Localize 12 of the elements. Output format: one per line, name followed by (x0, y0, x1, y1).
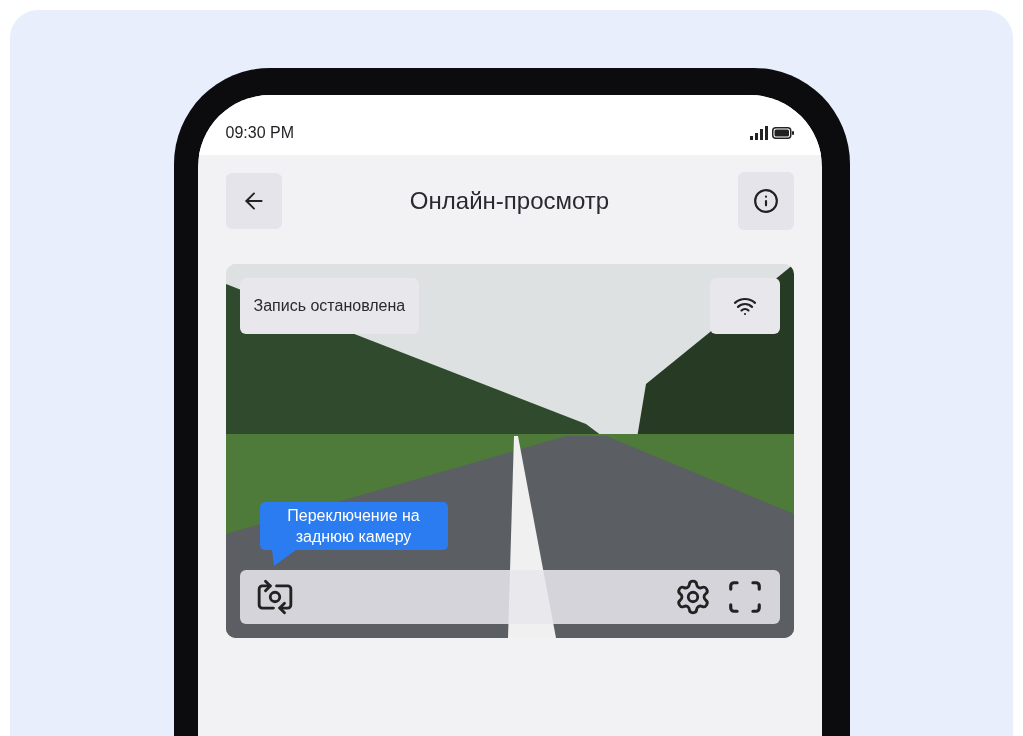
battery-icon (771, 127, 794, 139)
status-time: 09:30 PM (225, 123, 294, 143)
back-button[interactable] (225, 173, 282, 229)
info-button[interactable] (737, 172, 794, 230)
switch-camera-icon[interactable] (255, 578, 294, 616)
recording-status-label: Запись остановлена (239, 278, 420, 334)
info-icon (752, 188, 779, 214)
wifi-button[interactable] (709, 278, 780, 334)
page-title: Онлайн-просмотр (409, 186, 610, 216)
tooltip-tail (271, 550, 296, 566)
tooltip: Переключение на заднюю камеру (259, 502, 448, 566)
signal-icon (749, 126, 768, 140)
